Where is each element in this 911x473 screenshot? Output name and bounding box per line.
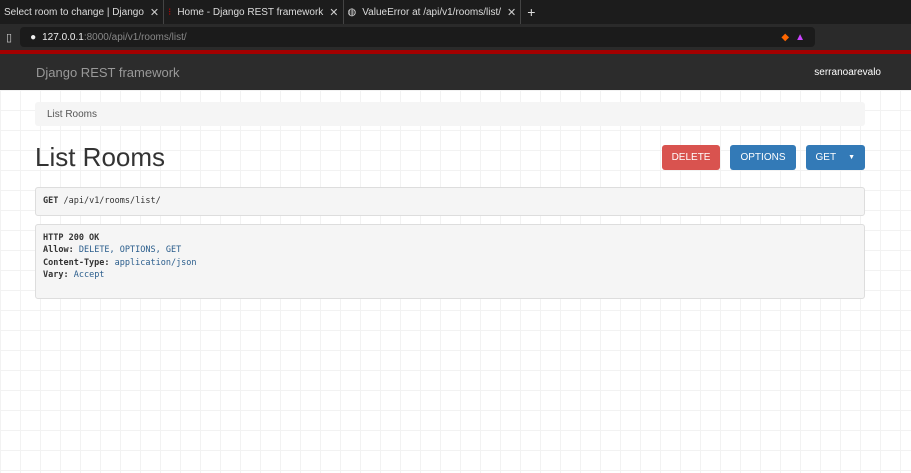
brave-shield-icon[interactable]: ◆: [781, 32, 789, 43]
tab-title: ValueError at /api/v1/rooms/list/: [362, 6, 502, 18]
close-icon[interactable]: ✕: [329, 6, 338, 19]
tab[interactable]: ◍ ValueError at /api/v1/rooms/list/ ✕: [344, 0, 522, 24]
django-icon: ⁝: [168, 6, 172, 18]
address-bar: ▯ ● 127.0.0.1:8000/api/v1/rooms/list/ ◆ ▲: [0, 24, 911, 50]
caret-down-icon[interactable]: ▼: [848, 154, 855, 161]
request-path: /api/v1/rooms/list/: [63, 196, 161, 206]
rewards-icon[interactable]: ▲: [795, 32, 805, 43]
page-title: List Rooms: [35, 142, 166, 172]
close-icon[interactable]: ✕: [150, 6, 159, 19]
tab[interactable]: Select room to change | Django ✕: [0, 0, 165, 24]
header-key: Vary:: [43, 270, 69, 280]
brand[interactable]: Django REST framework: [36, 65, 180, 80]
header-value: Accept: [73, 270, 105, 280]
breadcrumb: List Rooms: [35, 102, 865, 126]
breadcrumb-item[interactable]: List Rooms: [47, 109, 97, 120]
header-key: Allow:: [43, 245, 74, 255]
request-method: GET: [43, 196, 59, 206]
get-label: GET: [815, 152, 837, 163]
user-menu[interactable]: serranoarevalo: [814, 67, 881, 78]
response-info: HTTP 200 OK Allow: DELETE, OPTIONS, GET …: [35, 223, 865, 299]
header-key: Content-Type:: [43, 257, 110, 268]
request-info: GET /api/v1/rooms/list/: [35, 187, 865, 216]
new-tab-icon[interactable]: +: [521, 4, 541, 20]
globe-icon: ◍: [347, 6, 357, 18]
url-host: 127.0.0.1: [42, 31, 84, 43]
tab-strip: Select room to change | Django ✕ ⁝ Home - …: [0, 0, 911, 24]
get-button[interactable]: GET ▼: [805, 145, 865, 170]
options-button[interactable]: OPTIONS: [730, 145, 796, 170]
close-icon[interactable]: ✕: [507, 6, 516, 19]
main: List Rooms List Rooms DELETE OPTIONS GET…: [0, 90, 911, 473]
bookmark-icon[interactable]: ▯: [6, 31, 12, 44]
response-status: HTTP 200 OK: [43, 232, 100, 243]
tab[interactable]: ⁝ Home - Django REST framework ✕: [164, 0, 344, 24]
delete-button[interactable]: DELETE: [661, 145, 721, 170]
tab-title: Select room to change | Django: [4, 6, 144, 18]
header-value: DELETE, OPTIONS, GET: [78, 245, 182, 255]
info-icon: ●: [30, 31, 37, 43]
tab-title: Home - Django REST framework: [177, 6, 324, 18]
navbar: Django REST framework serranoarevalo: [0, 54, 911, 90]
header-value: application/json: [114, 257, 197, 268]
url-input[interactable]: ● 127.0.0.1:8000/api/v1/rooms/list/ ◆ ▲: [20, 27, 815, 47]
url-path: :8000/api/v1/rooms/list/: [83, 31, 187, 43]
